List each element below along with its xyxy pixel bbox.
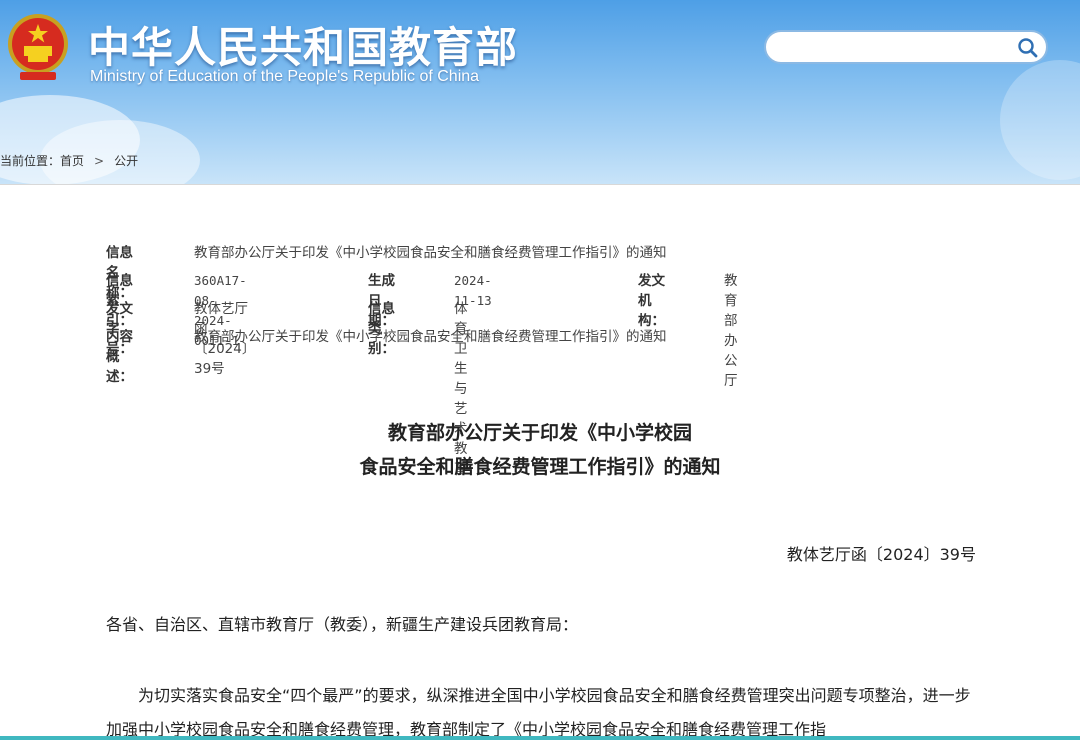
document-salutation: 各省、自治区、直辖市教育厅（教委），新疆生产建设兵团教育局：	[106, 615, 579, 634]
article-panel: 信息名称： 教育部办公厅关于印发《中小学校园食品安全和膳食经费管理工作指引》的通…	[0, 184, 1080, 739]
bottom-accent-bar	[0, 736, 1080, 740]
meta-value: 教育部办公厅关于印发《中小学校园食品安全和膳食经费管理工作指引》的通知	[194, 329, 667, 345]
search-input[interactable]	[780, 35, 1004, 61]
breadcrumb-separator: >	[94, 154, 105, 168]
meta-label: 发文机构：	[638, 273, 665, 329]
site-title[interactable]: 中华人民共和国教育部	[88, 14, 518, 75]
site-header: 中华人民共和国教育部 Ministry of Education of the …	[0, 0, 1080, 185]
document-title-line1: 教育部办公厅关于印发《中小学校园	[387, 422, 692, 444]
meta-value: 教育部办公厅关于印发《中小学校园食品安全和膳食经费管理工作指引》的通知	[194, 245, 667, 261]
meta-label: 内容概述：	[106, 329, 133, 385]
dandelion-decoration	[1000, 60, 1080, 180]
site-subtitle: Ministry of Education of the People's Re…	[90, 68, 480, 85]
breadcrumb-prefix: 当前位置：	[0, 154, 61, 168]
breadcrumb: 当前位置：首页 > 公开	[0, 152, 138, 169]
breadcrumb-home[interactable]: 首页	[60, 154, 84, 168]
meta-value: 教育部办公厅	[724, 273, 738, 389]
document-title-line2: 食品安全和膳食经费管理工作指引》的通知	[359, 456, 721, 478]
search-box	[764, 30, 1048, 64]
national-emblem-icon[interactable]	[6, 10, 70, 82]
breadcrumb-public[interactable]: 公开	[114, 154, 138, 168]
document-number: 教体艺厅函〔2024〕39号	[786, 545, 976, 564]
search-icon[interactable]	[1016, 36, 1040, 60]
